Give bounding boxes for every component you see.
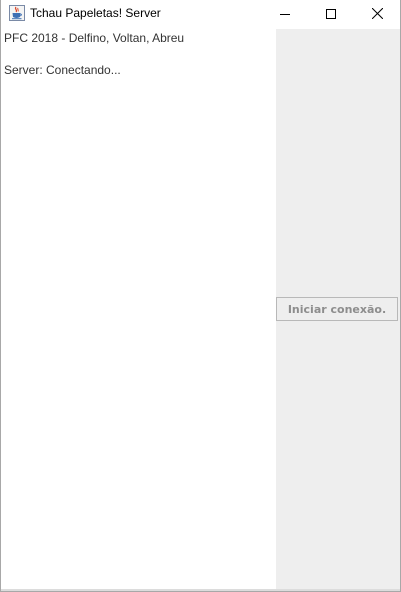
log-line: PFC 2018 - Delfino, Voltan, Abreu	[4, 31, 185, 45]
title-bar[interactable]: Tchau Papeletas! Server	[1, 0, 400, 27]
log-text-area[interactable]: PFC 2018 - Delfino, Voltan, Abreu Server…	[1, 27, 276, 589]
window-title: Tchau Papeletas! Server	[30, 6, 161, 20]
start-connection-button[interactable]: Iniciar conexão.	[276, 297, 398, 321]
minimize-icon	[280, 4, 290, 23]
close-icon	[371, 4, 383, 23]
java-cup-icon	[9, 5, 25, 21]
maximize-icon	[326, 4, 336, 23]
close-button[interactable]	[354, 0, 400, 27]
maximize-button[interactable]	[308, 0, 354, 27]
content-area: PFC 2018 - Delfino, Voltan, Abreu Server…	[1, 27, 400, 589]
app-window: Tchau Papeletas! Server PFC 2018 - Delfi…	[0, 0, 401, 592]
log-line: Server: Conectando...	[4, 63, 121, 77]
side-panel: Iniciar conexão.	[276, 29, 400, 589]
minimize-button[interactable]	[262, 0, 308, 27]
